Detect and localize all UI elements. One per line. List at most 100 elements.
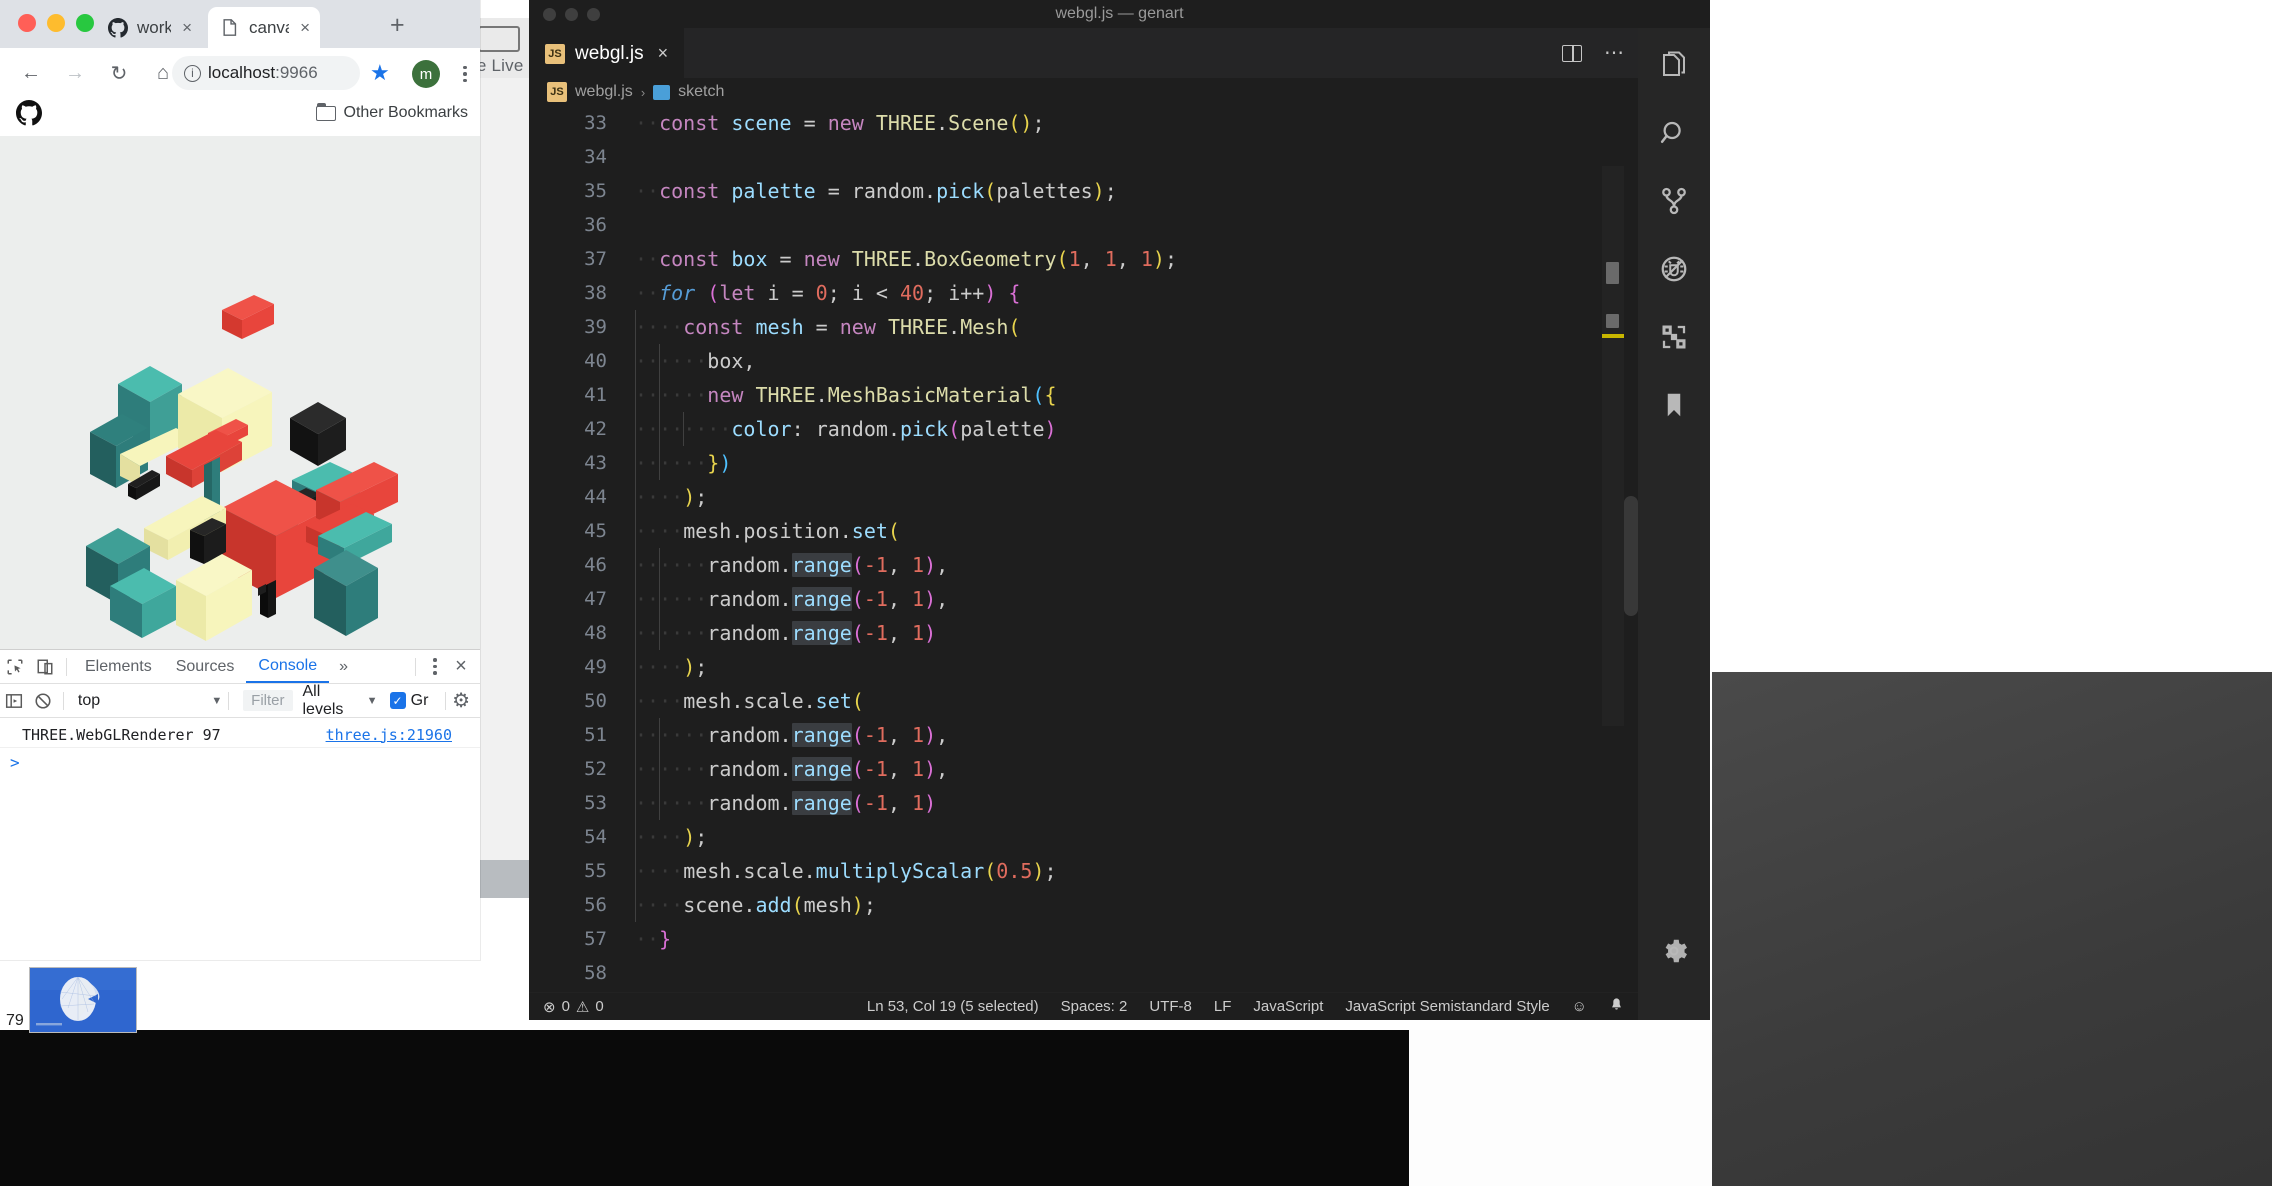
linter-status[interactable]: JavaScript Semistandard Style [1345,998,1549,1015]
browser-tab-workshop[interactable]: workshop × [96,7,202,48]
generative-art-canvas[interactable] [0,136,480,649]
code-line[interactable]: 54 ····); [529,820,1638,854]
code-line[interactable]: 41 ······new THREE.MeshBasicMaterial({ [529,378,1638,412]
code-line[interactable]: 36 [529,208,1638,242]
code-editor[interactable]: 33 ··const scene = new THREE.Scene(); 34 35… [529,106,1638,992]
code-line[interactable]: 58 [529,956,1638,990]
code-line[interactable]: 39 ····const mesh = new THREE.Mesh( [529,310,1638,344]
console-message-source[interactable]: three.js:21960 [326,726,452,744]
new-tab-button[interactable]: + [390,13,405,38]
line-number: 39 [584,316,607,338]
devtools-menu-icon[interactable] [424,658,446,675]
files-icon[interactable] [1657,48,1691,82]
code-line[interactable]: 47 ······random.range(-1, 1), [529,582,1638,616]
code-line[interactable]: 42 ········color: random.pick(palette) [529,412,1638,446]
status-bar-problems[interactable]: ⊗ 0 ⚠ 0 [529,998,604,1016]
code-line[interactable]: 56 ····scene.add(mesh); [529,888,1638,922]
window-traffic-lights[interactable] [18,14,94,32]
code-line[interactable]: 35 ··const palette = random.pick(palettes… [529,174,1638,208]
inspect-element-icon[interactable] [0,652,30,682]
devtools-tab-console[interactable]: Console [246,650,330,683]
split-editor-icon[interactable] [1562,44,1582,62]
line-ending[interactable]: LF [1214,998,1232,1015]
console-filter-input[interactable]: Filter [243,690,293,711]
close-window-button[interactable] [18,14,36,32]
indentation[interactable]: Spaces: 2 [1061,998,1128,1015]
source-control-branch-icon[interactable] [1657,184,1691,218]
code-line[interactable]: 46 ······random.range(-1, 1), [529,548,1638,582]
code-line[interactable]: 40 ······box, [529,344,1638,378]
address-bar[interactable]: i localhost:9966 [172,56,360,90]
code-line[interactable]: 50 ····mesh.scale.set( [529,684,1638,718]
minimize-window-button[interactable] [565,8,578,21]
more-actions-icon[interactable]: ⋯ [1604,43,1626,63]
site-info-icon[interactable]: i [184,64,201,82]
gear-icon[interactable] [1657,934,1691,968]
console-sidebar-icon[interactable] [0,686,28,716]
code-line[interactable]: 55 ····mesh.scale.multiplyScalar(0.5); [529,854,1638,888]
code-line[interactable]: 43 ······}) [529,446,1638,480]
encoding[interactable]: UTF-8 [1149,998,1192,1015]
clear-console-icon[interactable] [28,686,56,716]
more-tabs-icon[interactable]: » [329,658,358,676]
feedback-icon[interactable]: ☺ [1572,998,1587,1015]
github-bookmark-icon[interactable] [16,100,42,126]
search-icon[interactable] [1657,116,1691,150]
log-level-select[interactable]: All levels ▼ [303,683,378,719]
code-line[interactable]: 52 ······random.range(-1, 1), [529,752,1638,786]
language-mode[interactable]: JavaScript [1253,998,1323,1015]
code-line[interactable]: 49 ····); [529,650,1638,684]
code-line[interactable]: 33 ··const scene = new THREE.Scene(); [529,106,1638,140]
back-button[interactable]: ← [14,56,48,90]
extensions-icon[interactable] [1657,320,1691,354]
line-number: 58 [584,962,607,984]
close-tab-button[interactable]: × [300,18,310,38]
run-and-debug-icon[interactable] [1657,252,1691,286]
minimize-window-button[interactable] [47,14,65,32]
other-bookmarks-button[interactable]: Other Bookmarks [315,102,468,122]
maximize-window-button[interactable] [587,8,600,21]
console-input-prompt[interactable]: > [0,748,480,776]
close-window-button[interactable] [543,8,556,21]
devtools-tab-elements[interactable]: Elements [73,650,164,683]
code-line[interactable]: 38 ··for (let i = 0; i < 40; i++) { [529,276,1638,310]
gear-icon[interactable]: ⚙ [452,688,470,713]
console-message[interactable]: THREE.WebGLRenderer 97 three.js:21960 [0,722,480,748]
editor-scrollbar[interactable] [1624,496,1638,616]
reload-button[interactable]: ↻ [102,56,136,90]
group-similar-checkbox[interactable]: ✓ [389,692,406,709]
code-line[interactable]: 53 ······random.range(-1, 1) [529,786,1638,820]
chevron-down-icon: ▼ [366,694,378,707]
minimap[interactable] [1602,166,1624,726]
notifications-bell-icon[interactable] [1609,997,1624,1016]
close-devtools-icon[interactable]: × [448,655,474,678]
browser-tab-canvas-sketch[interactable]: canvas-s × [208,7,320,48]
bookmark-star-icon[interactable]: ★ [370,62,390,84]
code-line[interactable]: 48 ······random.range(-1, 1) [529,616,1638,650]
code-line[interactable]: 44 ····); [529,480,1638,514]
editor-tab-webgl-js[interactable]: JS webgl.js × [529,28,685,78]
close-tab-button[interactable]: × [182,18,192,38]
close-tab-button[interactable]: × [658,43,669,64]
code-line[interactable]: 57 ··} [529,922,1638,956]
code-line[interactable]: 45 ····mesh.position.set( [529,514,1638,548]
avatar[interactable]: m [412,60,440,88]
code-line[interactable]: 51 ······random.range(-1, 1), [529,718,1638,752]
code-line[interactable]: 34 [529,140,1638,174]
page-viewport [0,136,480,649]
line-number: 44 [584,486,607,508]
cursor-position[interactable]: Ln 53, Col 19 (5 selected) [867,998,1039,1015]
vscode-traffic-lights[interactable] [543,8,600,21]
execution-context-select[interactable]: top ▼ [78,692,222,710]
code-line[interactable]: 37 ··const box = new THREE.BoxGeometry(1,… [529,242,1638,276]
devtools-tab-sources[interactable]: Sources [164,650,247,683]
bookmark-icon[interactable] [1657,388,1691,422]
breadcrumb-file[interactable]: webgl.js [575,83,633,101]
chrome-menu-button[interactable] [455,60,475,88]
slide-thumbnail[interactable] [30,968,136,1032]
forward-button[interactable]: → [58,56,92,90]
activity-bar [1638,28,1710,1020]
device-toolbar-icon[interactable] [30,652,60,682]
breadcrumb-symbol[interactable]: sketch [678,83,724,101]
maximize-window-button[interactable] [76,14,94,32]
